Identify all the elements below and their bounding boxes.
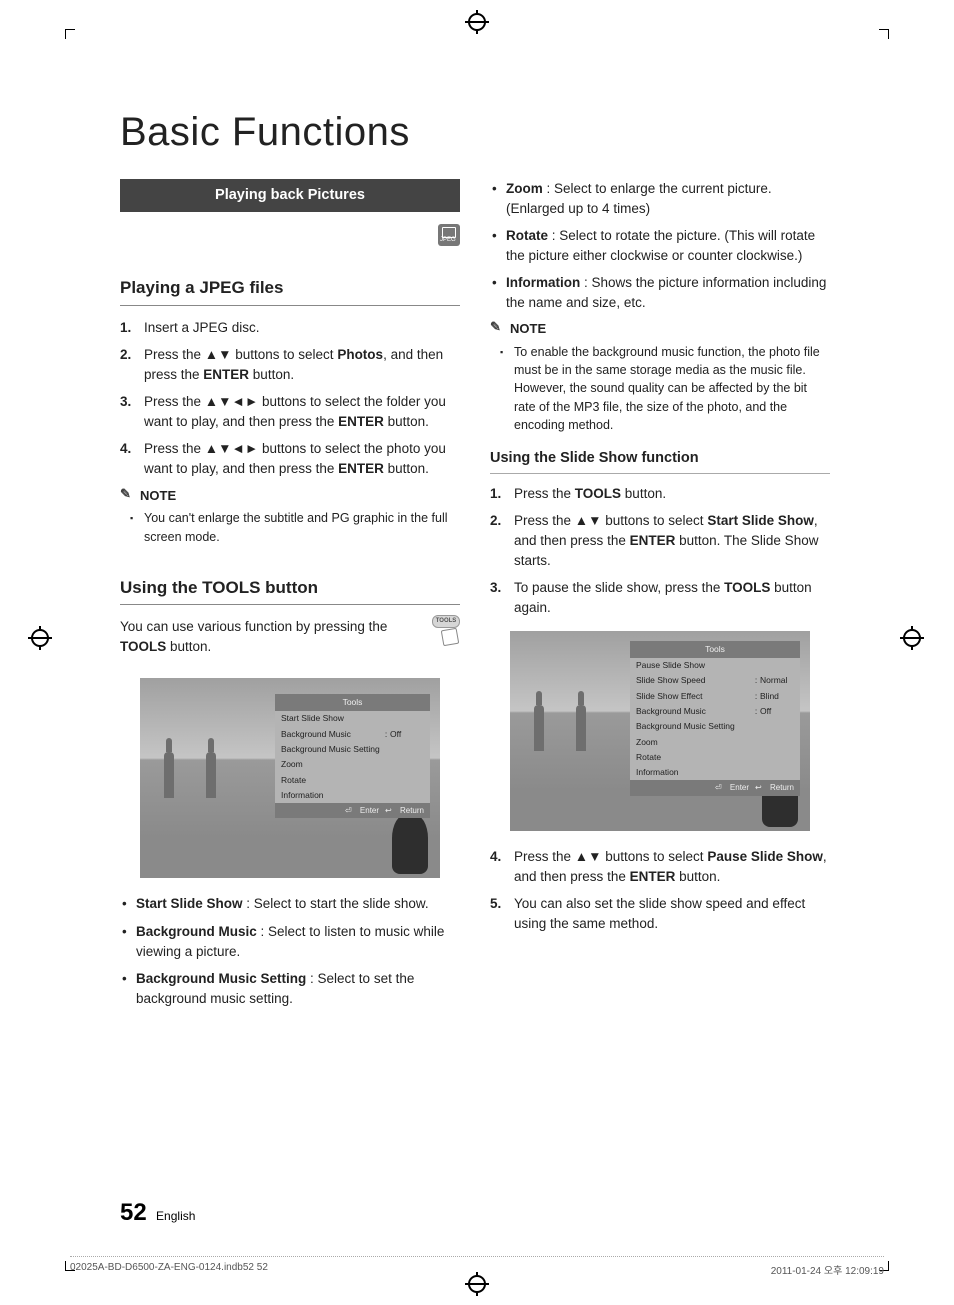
step-text: To pause the slide show, press the TOOLS… [514,578,830,617]
steps-slideshow-b: 4.Press the ▲▼ buttons to select Pause S… [490,847,830,933]
osd-row: Information [275,787,430,802]
step-number: 4. [120,439,144,478]
step-text: Press the TOOLS button. [514,484,830,504]
step-text: Press the ▲▼ buttons to select Start Sli… [514,511,830,570]
tools-button-icon: TOOLS [432,615,460,645]
osd-panel-footer: ⏎ Enter↩ Return [275,803,430,819]
osd-row: Zoom [275,757,430,772]
tools-intro-text: You can use various function by pressing… [120,617,460,656]
right-column: •Zoom : Select to enlarge the current pi… [490,179,830,1016]
osd-row: Slide Show Speed:Normal [630,673,800,688]
osd-screenshot-1: Tools Start Slide ShowBackground Music:O… [140,678,440,878]
osd-row: Rotate [630,749,800,764]
registration-mark-left [28,626,52,650]
step-item: 4.Press the ▲▼ buttons to select Pause S… [490,847,830,886]
tools-bullet-list-cont: •Zoom : Select to enlarge the current pi… [490,179,830,312]
step-item: 1.Press the TOOLS button. [490,484,830,504]
step-item: 3.Press the ▲▼◄► buttons to select the f… [120,392,460,431]
step-number: 2. [120,345,144,384]
step-text: Press the ▲▼◄► buttons to select the pho… [144,439,460,478]
bullet-item: •Information : Shows the picture informa… [492,273,830,312]
section-heading-pictures: Playing back Pictures [120,179,460,212]
step-text: Press the ▲▼ buttons to select Pause Sli… [514,847,830,886]
page-footer: 52 English [120,1199,195,1227]
page-content: Basic Functions Playing back Pictures Pl… [120,110,835,1016]
step-item: 2.Press the ▲▼ buttons to select Photos,… [120,345,460,384]
osd-row: Zoom [630,734,800,749]
step-number: 3. [490,578,514,617]
slug-filename: 02025A-BD-D6500-ZA-ENG-0124.indb52 52 [70,1262,268,1277]
step-number: 1. [490,484,514,504]
step-item: 1.Insert a JPEG disc. [120,318,460,338]
osd-tools-panel: Tools Pause Slide ShowSlide Show Speed:N… [630,641,800,795]
osd-row: Pause Slide Show [630,658,800,673]
subheading-playing-jpeg: Playing a JPEG files [120,276,460,301]
osd-row: Background Music Setting [275,741,430,756]
step-number: 1. [120,318,144,338]
step-item: 3.To pause the slide show, press the TOO… [490,578,830,617]
step-text: Press the ▲▼◄► buttons to select the fol… [144,392,460,431]
imposition-slug: 02025A-BD-D6500-ZA-ENG-0124.indb52 52 20… [70,1262,884,1277]
bullet-item: •Rotate : Select to rotate the picture. … [492,226,830,265]
osd-panel-header: Tools [630,641,800,657]
page-language: English [156,1209,195,1223]
osd-row: Information [630,765,800,780]
osd-row: Rotate [275,772,430,787]
osd-screenshot-2: Tools Pause Slide ShowSlide Show Speed:N… [510,631,810,831]
step-item: 4.Press the ▲▼◄► buttons to select the p… [120,439,460,478]
subheading-tools: Using the TOOLS button [120,576,460,601]
step-item: 5.You can also set the slide show speed … [490,894,830,933]
note-icon [120,488,136,500]
step-number: 4. [490,847,514,886]
osd-panel-header: Tools [275,694,430,710]
step-text: Insert a JPEG disc. [144,318,460,338]
step-item: 2.Press the ▲▼ buttons to select Start S… [490,511,830,570]
note-label: NOTE [490,320,830,339]
note-item: You can't enlarge the subtitle and PG gr… [144,509,460,545]
divider [120,604,460,605]
osd-row: Slide Show Effect:Blind [630,688,800,703]
note-list: You can't enlarge the subtitle and PG gr… [120,509,460,545]
bullet-item: •Start Slide Show : Select to start the … [122,894,460,914]
page-number: 52 [120,1199,147,1226]
step-number: 5. [490,894,514,933]
tools-bullet-list: •Start Slide Show : Select to start the … [120,894,460,1008]
left-column: Playing back Pictures Playing a JPEG fil… [120,179,460,1016]
note-item: To enable the background music function,… [514,343,830,434]
step-text: You can also set the slide show speed an… [514,894,830,933]
bullet-item: •Background Music : Select to listen to … [122,922,460,961]
steps-slideshow-a: 1.Press the TOOLS button.2.Press the ▲▼ … [490,484,830,617]
step-number: 3. [120,392,144,431]
note-icon [490,321,506,333]
document-page: Basic Functions Playing back Pictures Pl… [0,0,954,1305]
jpeg-badge-icon [438,224,460,246]
divider [120,305,460,306]
slug-datetime: 2011-01-24 오후 12:09:19 [771,1262,884,1277]
steps-playing-jpeg: 1.Insert a JPEG disc.2.Press the ▲▼ butt… [120,318,460,479]
bullet-item: •Background Music Setting : Select to se… [122,969,460,1008]
osd-row: Background Music:Off [630,703,800,718]
subheading-slideshow: Using the Slide Show function [490,448,830,469]
step-text: Press the ▲▼ buttons to select Photos, a… [144,345,460,384]
osd-panel-footer: ⏎ Enter↩ Return [630,780,800,796]
note-list: To enable the background music function,… [490,343,830,434]
osd-tools-panel: Tools Start Slide ShowBackground Music:O… [275,694,430,818]
osd-row: Start Slide Show [275,711,430,726]
divider [490,473,830,474]
page-title: Basic Functions [120,110,835,155]
osd-row: Background Music:Off [275,726,430,741]
step-number: 2. [490,511,514,570]
osd-row: Background Music Setting [630,719,800,734]
bullet-item: •Zoom : Select to enlarge the current pi… [492,179,830,218]
note-label: NOTE [120,487,460,506]
registration-mark-right [900,626,924,650]
